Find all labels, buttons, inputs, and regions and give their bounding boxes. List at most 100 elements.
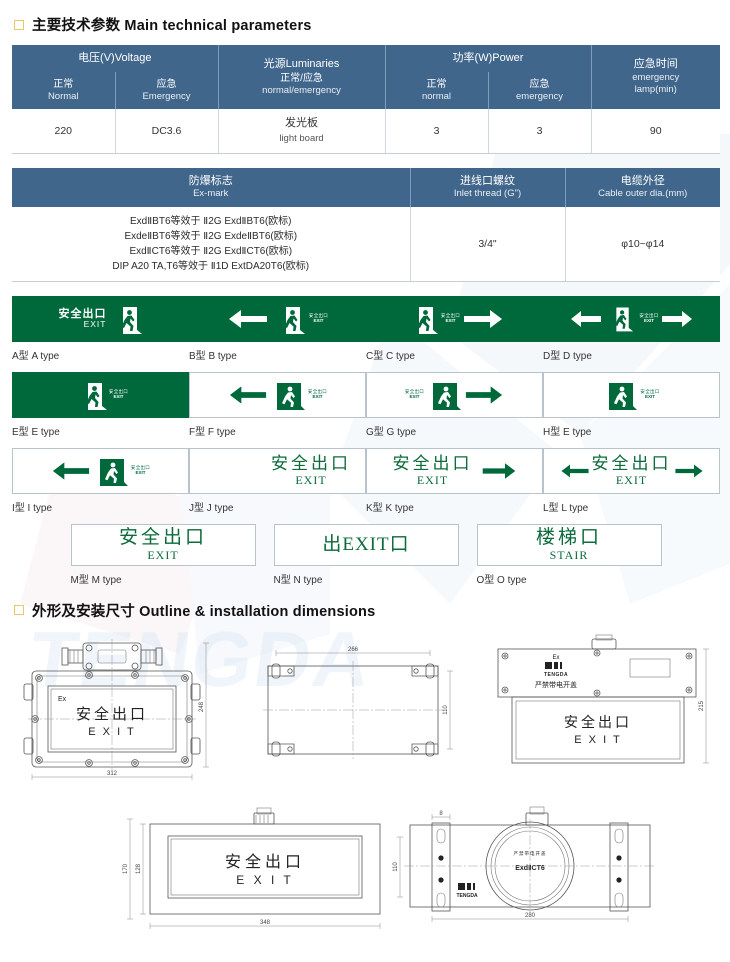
sign-item-M: 安全出口 EXIT M型 M type: [70, 523, 256, 586]
table-header-row: 防爆标志 Ex-mark 进线口螺纹 Inlet thread (G") 电缆外…: [12, 167, 720, 207]
bl-dim-width: 348: [260, 920, 271, 926]
sign-label: D型 D type: [543, 350, 592, 362]
br-dim-width: 280: [525, 913, 536, 919]
sign-graphic-B: 安全出口 EXIT: [189, 295, 366, 342]
sign-text-en: EXIT: [295, 472, 327, 487]
sign-text-en: EXIT: [83, 319, 107, 330]
sign-graphic-A: 安全出口 EXIT: [12, 295, 189, 342]
table-row: 220 DC3.6 发光板 light board 3 3 90: [12, 109, 720, 154]
drawings-svg: .ln { fill:none; stroke:#555; stroke-wid…: [23, 634, 709, 929]
sign-mini-text: 安全出口 EXIT: [308, 313, 329, 323]
exmark-line-2: ExdeⅡBT6等效于 Ⅱ2G ExdeⅡBT6(欧标): [124, 230, 298, 242]
sign-type-grid: 安全出口 EXIT A型 A type 安全出口 EXIT B型 B type …: [12, 295, 720, 586]
drawing-side-view: Ex TENGDA 严禁带电开盖 安全出口 E X I T 215: [497, 634, 709, 764]
running-man-icon: [73, 380, 107, 410]
sign-text-block: 安全出口 EXIT: [119, 528, 207, 561]
sign-label: M型 M type: [70, 574, 122, 586]
sign-text-block: 安全出口 EXIT: [591, 454, 672, 487]
running-man-icon: [603, 380, 638, 410]
running-man-icon: [271, 380, 305, 410]
sign-label: E型 E type: [12, 426, 60, 438]
header-inlet-thread: 进线口螺纹 Inlet thread (G"): [409, 167, 566, 207]
section-header-parameters: 主要技术参数 Main technical parameters: [14, 14, 720, 35]
br-brand: TENGDA: [456, 893, 478, 899]
arrow-left-icon: [229, 386, 266, 404]
sign-text-block: 安全出口 EXIT: [393, 454, 473, 487]
sign-text-en: STAIR: [549, 547, 589, 562]
sign-mini-text: 安全出口 EXIT: [108, 389, 129, 399]
sign-mini-text: 安全出口 EXIT: [404, 389, 425, 399]
sign-graphic-C: 安全出口 EXIT: [366, 295, 543, 342]
sign-text-block: 楼梯口 STAIR: [536, 528, 602, 561]
header-cable-dia: 电缆外径 Cable outer dia.(mm): [564, 167, 720, 207]
front-ex-label: Ex: [58, 696, 67, 703]
sign-item-C: 安全出口 EXIT C型 C type: [366, 295, 543, 362]
cell-power-emergency: 3: [488, 109, 592, 154]
sign-label: B型 B type: [189, 350, 237, 362]
sign-mini-text: 安全出口 EXIT: [639, 313, 659, 323]
sign-graphic-K: 安全出口 EXIT: [366, 447, 543, 494]
sign-item-B: 安全出口 EXIT B型 B type: [189, 295, 366, 362]
cell-emergency-time: 90: [591, 109, 720, 154]
cell-exmark-list: ExdⅡBT6等效于 Ⅱ2G ExdⅡBT6(欧标) ExdeⅡBT6等效于 Ⅱ…: [12, 206, 411, 282]
sign-item-H: 安全出口 EXIT H型 E type: [543, 371, 720, 438]
sign-label: C型 C type: [366, 350, 415, 362]
sign-graphic-F: 安全出口 EXIT: [189, 371, 366, 418]
sign-row-1: 安全出口 EXIT A型 A type 安全出口 EXIT B型 B type …: [12, 295, 720, 362]
bl-text-en: E X I T: [236, 873, 293, 887]
sign-graphic-M: 安全出口 EXIT: [70, 523, 256, 566]
arrow-right-icon: [482, 463, 515, 479]
bullet-square-icon: [14, 19, 24, 30]
sign-mini-text: 安全出口 EXIT: [307, 389, 328, 399]
sign-item-D: 安全出口 EXIT D型 D type: [543, 295, 720, 362]
top-dim-height: 110: [443, 704, 449, 714]
drawing-bottom-left-view: 安全出口 E X I T 170 128 348: [123, 807, 381, 929]
header-power-emergency: 应急 emergency: [487, 71, 591, 110]
drawing-bottom-right-view: 严禁带电开盖 ExdⅡCT6 TENGDA 280 110 8: [393, 806, 656, 922]
arrow-left-icon: [228, 309, 267, 328]
sign-label: N型 N type: [273, 574, 323, 586]
sign-graphic-E: 安全出口 EXIT: [12, 371, 189, 418]
side-text-cn: 安全出口: [564, 714, 632, 730]
arrow-right-icon: [674, 464, 703, 478]
cell-cable-dia: φ10~φ14: [565, 206, 720, 282]
arrow-right-icon: [465, 386, 503, 404]
sign-item-A: 安全出口 EXIT A型 A type: [12, 295, 189, 362]
sign-text-cn: 安全出口: [591, 454, 672, 474]
running-man-icon: [94, 456, 128, 486]
sign-row-2: 安全出口 EXIT E型 E type 安全出口 EXIT F型 F type …: [12, 371, 720, 438]
header-voltage: 电压(V)Voltage: [12, 45, 219, 72]
header-voltage-normal: 正常 Normal: [12, 71, 116, 110]
sign-text-cn: 楼梯口: [535, 527, 602, 549]
exmark-line-1: ExdⅡBT6等效于 Ⅱ2G ExdⅡBT6(欧标): [130, 215, 292, 227]
sign-label: H型 E type: [543, 426, 592, 438]
sign-graphic-D: 安全出口 EXIT: [543, 295, 720, 342]
sign-mini-text: 安全出口 EXIT: [130, 465, 151, 475]
technical-drawings: .ln { fill:none; stroke:#555; stroke-wid…: [10, 631, 720, 941]
sign-mini-text: 安全出口 EXIT: [440, 313, 461, 323]
sign-text-en: EXIT: [416, 472, 449, 487]
bl-text-cn: 安全出口: [225, 853, 305, 871]
sign-label: A型 A type: [12, 350, 60, 362]
side-ex-label: Ex: [552, 655, 559, 661]
sign-item-L: 安全出口 EXIT L型 L type: [543, 447, 720, 514]
sign-text-block: 出EXIT口: [322, 534, 409, 556]
sign-graphic-G: 安全出口 EXIT: [366, 371, 543, 418]
sign-text-cn: 安全出口: [118, 527, 207, 549]
sign-graphic-J: 安全出口 EXIT: [189, 447, 366, 494]
sign-mini-text: 安全出口 EXIT: [640, 389, 660, 399]
exmark-table: 防爆标志 Ex-mark 进线口螺纹 Inlet thread (G") 电缆外…: [12, 167, 720, 282]
header-exmark: 防爆标志 Ex-mark: [12, 167, 411, 207]
sign-label: L型 L type: [543, 502, 589, 514]
side-text-en: E X I T: [574, 734, 621, 746]
page-content: 主要技术参数 Main technical parameters 电压(V)Vo…: [0, 14, 730, 941]
sign-text-block: 安全出口 EXIT: [271, 454, 351, 487]
sign-text-en: EXIT: [615, 472, 648, 487]
header-voltage-emergency: 应急 Emergency: [114, 71, 219, 110]
arrow-left-icon: [560, 464, 589, 478]
bullet-square-icon-2: [14, 605, 24, 616]
sign-label: K型 K type: [366, 502, 414, 514]
running-man-icon: [405, 304, 439, 334]
arrow-right-icon: [464, 309, 503, 328]
front-text-en: E X I T: [88, 726, 135, 738]
